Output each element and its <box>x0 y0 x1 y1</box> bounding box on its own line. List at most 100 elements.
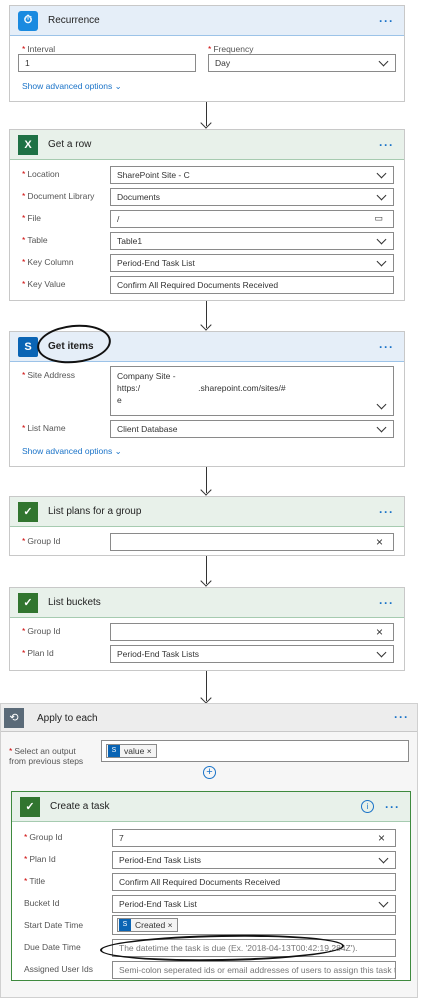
recurrence-card: ⏱ Recurrence ··· * Interval 1 * Frequency … <box>9 5 405 102</box>
create-task-header[interactable]: ✓ Create a task i ··· <box>12 792 410 822</box>
create-task-card: ✓ Create a task i ··· * Group Id 7 × * Plan… <box>11 791 411 981</box>
chevron-down-icon <box>376 234 387 245</box>
flow-arrow <box>206 301 207 328</box>
title-input[interactable]: Confirm All Required Documents Received <box>112 873 396 891</box>
clear-icon[interactable]: × <box>376 625 383 639</box>
list-name-label: * List Name <box>22 423 66 433</box>
interval-label: * Interval <box>22 44 56 54</box>
plan-id-label: * Plan Id <box>24 854 56 864</box>
library-label: * Document Library <box>22 191 95 201</box>
info-icon[interactable]: i <box>361 800 374 813</box>
select-output-input[interactable]: Svalue × <box>101 740 409 762</box>
flow-arrow <box>206 671 207 701</box>
assigned-users-label: Assigned User Ids <box>24 964 93 974</box>
list-name-select[interactable]: Client Database <box>110 420 394 438</box>
chevron-down-icon <box>378 56 389 67</box>
value-token[interactable]: Svalue × <box>106 744 157 758</box>
created-token[interactable]: S Created × <box>117 918 178 932</box>
more-options-icon[interactable]: ··· <box>379 14 394 28</box>
file-input[interactable]: / ▭ <box>110 210 394 228</box>
table-select[interactable]: Table1 <box>110 232 394 250</box>
show-advanced-link[interactable]: Show advanced options ⌄ <box>22 81 122 92</box>
hand-drawn-oval <box>99 932 345 964</box>
library-select[interactable]: Documents <box>110 188 394 206</box>
remove-token-icon[interactable]: × <box>147 746 152 756</box>
group-id-input[interactable]: × <box>110 533 394 551</box>
flow-arrow <box>206 556 207 584</box>
due-date-label: Due Date Time <box>24 942 81 952</box>
chevron-down-icon <box>378 897 389 908</box>
group-id-label: * Group Id <box>22 536 61 546</box>
list-plans-title: List plans for a group <box>48 506 142 517</box>
planner-icon: ✓ <box>18 501 38 522</box>
flow-arrow <box>206 102 207 126</box>
more-options-icon[interactable]: ··· <box>379 505 394 519</box>
key-value-label: * Key Value <box>22 279 66 289</box>
key-column-label: * Key Column <box>22 257 74 267</box>
list-plans-card: ✓ List plans for a group ··· * Group Id × <box>9 496 405 556</box>
key-value-input[interactable]: Confirm All Required Documents Received <box>110 276 394 294</box>
location-label: * Location <box>22 169 60 179</box>
recurrence-title: Recurrence <box>48 15 100 26</box>
chevron-down-icon <box>378 853 389 864</box>
add-action-button[interactable]: + <box>203 766 216 779</box>
table-label: * Table <box>22 235 48 245</box>
show-advanced-link[interactable]: Show advanced options ⌄ <box>22 446 122 457</box>
start-date-label: Start Date Time <box>24 920 84 930</box>
get-row-header[interactable]: X Get a row ··· <box>10 130 404 160</box>
select-output-label: * Select an output from previous steps <box>9 746 84 766</box>
assigned-users-input[interactable]: Semi-colon seperated ids or email addres… <box>112 961 396 979</box>
group-id-input[interactable]: × <box>110 623 394 641</box>
loop-icon: ⟲ <box>4 708 24 728</box>
more-options-icon[interactable]: ··· <box>379 596 394 610</box>
frequency-select[interactable]: Day <box>208 54 396 72</box>
group-id-label: * Group Id <box>22 626 61 636</box>
get-items-card: S Get items ··· * Site Address Company Si… <box>9 321 405 467</box>
clear-icon[interactable]: × <box>376 535 383 549</box>
chevron-down-icon <box>376 168 387 179</box>
bucket-id-select[interactable]: Period-End Task List <box>112 895 396 913</box>
alarm-clock-icon: ⏱ <box>18 10 38 31</box>
sharepoint-icon: S <box>18 336 38 357</box>
interval-input[interactable]: 1 <box>18 54 196 72</box>
site-address-label: * Site Address <box>22 370 76 380</box>
title-label: * Title <box>24 876 46 886</box>
more-options-icon[interactable]: ··· <box>379 138 394 152</box>
sharepoint-icon: S <box>108 745 120 757</box>
get-row-title: Get a row <box>48 139 92 150</box>
sharepoint-icon: S <box>119 919 131 931</box>
clear-icon[interactable]: × <box>378 831 385 845</box>
key-column-select[interactable]: Period-End Task List <box>110 254 394 272</box>
excel-icon: X <box>18 134 38 155</box>
start-date-input[interactable]: S Created × <box>112 915 396 935</box>
apply-title: Apply to each <box>37 713 98 724</box>
list-buckets-header[interactable]: ✓ List buckets ··· <box>10 588 404 618</box>
location-select[interactable]: SharePoint Site - C <box>110 166 394 184</box>
group-id-input[interactable]: 7 × <box>112 829 396 847</box>
planner-icon: ✓ <box>18 592 38 613</box>
chevron-down-icon <box>376 422 387 433</box>
plan-id-label: * Plan Id <box>22 648 54 658</box>
plan-id-select[interactable]: Period-End Task Lists <box>110 645 394 663</box>
list-buckets-title: List buckets <box>48 597 101 608</box>
folder-icon[interactable]: ▭ <box>374 213 383 224</box>
get-row-card: X Get a row ··· * Location SharePoint Sit… <box>9 129 405 301</box>
remove-token-icon[interactable]: × <box>168 920 173 930</box>
chevron-down-icon <box>376 190 387 201</box>
file-label: * File <box>22 213 42 223</box>
bucket-id-label: Bucket Id <box>24 898 60 908</box>
plan-id-select[interactable]: Period-End Task Lists <box>112 851 396 869</box>
recurrence-header[interactable]: ⏱ Recurrence ··· <box>10 6 404 36</box>
apply-to-each-container: ⟲ Apply to each ··· * Select an output fro… <box>0 703 418 998</box>
create-task-title: Create a task <box>50 801 110 812</box>
planner-icon: ✓ <box>20 796 40 817</box>
site-address-select[interactable]: Company Site - https:/.sharepoint.com/si… <box>110 366 394 416</box>
apply-header[interactable]: ⟲ Apply to each ··· <box>1 704 417 732</box>
group-id-label: * Group Id <box>24 832 63 842</box>
more-options-icon[interactable]: ··· <box>385 800 400 814</box>
flow-arrow <box>206 467 207 493</box>
more-options-icon[interactable]: ··· <box>394 710 409 724</box>
list-plans-header[interactable]: ✓ List plans for a group ··· <box>10 497 404 527</box>
list-buckets-card: ✓ List buckets ··· * Group Id × * Plan Id … <box>9 587 405 671</box>
more-options-icon[interactable]: ··· <box>379 340 394 354</box>
